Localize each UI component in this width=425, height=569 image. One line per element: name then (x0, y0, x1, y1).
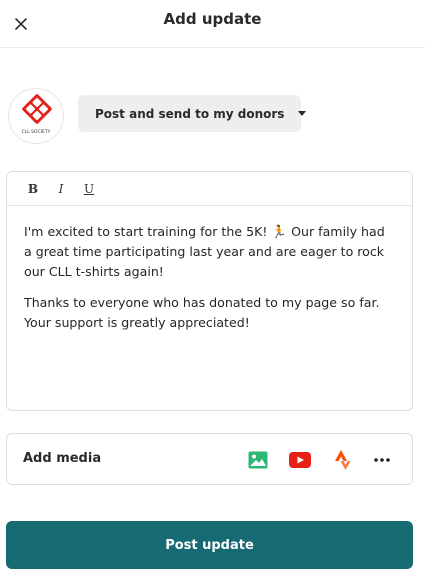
dialog-header: Add update (0, 0, 425, 48)
post-update-button[interactable]: Post update (6, 521, 413, 569)
image-icon[interactable] (247, 449, 269, 471)
editor-paragraph: I'm excited to start training for the 5K… (24, 224, 385, 279)
editor-text-area[interactable]: I'm excited to start training for the 5K… (7, 206, 412, 354)
strava-icon[interactable] (332, 449, 354, 471)
avatar: CLL SOCIETY (8, 88, 64, 144)
update-editor: B I U I'm excited to start training for … (6, 171, 413, 411)
avatar-caption: CLL SOCIETY (21, 130, 51, 135)
caret-down-icon (298, 111, 307, 116)
add-media-label: Add media (23, 451, 102, 466)
cll-society-logo-icon (22, 94, 52, 128)
audience-selected-label: Post and send to my donors (95, 106, 285, 121)
add-media-bar: Add media (6, 433, 413, 485)
bold-button[interactable]: B (23, 179, 43, 199)
audience-dropdown[interactable]: Post and send to my donors (78, 95, 307, 132)
italic-button[interactable]: I (51, 179, 71, 199)
more-icon[interactable] (371, 449, 393, 471)
page-title: Add update (163, 10, 262, 28)
editor-paragraph: Thanks to everyone who has donated to my… (24, 295, 380, 330)
underline-button[interactable]: U (79, 179, 99, 199)
editor-toolbar: B I U (7, 172, 412, 206)
youtube-icon[interactable] (289, 449, 311, 471)
